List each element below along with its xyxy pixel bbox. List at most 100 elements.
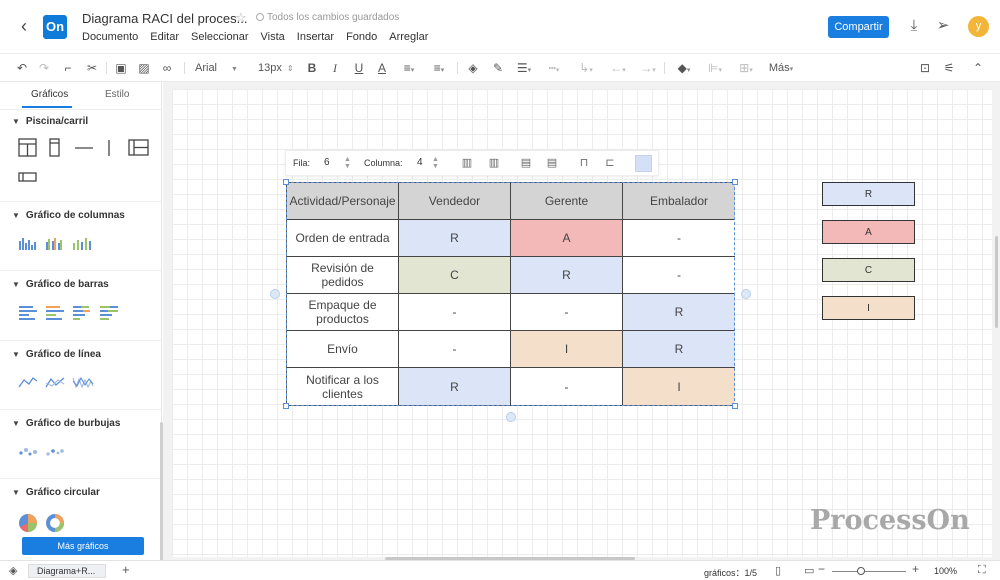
- vertical-scrollbar[interactable]: [995, 236, 998, 328]
- format-panel-icon[interactable]: ⊡: [917, 60, 933, 76]
- row-count-input[interactable]: 6: [324, 157, 330, 168]
- percent-bar-chart-icon[interactable]: [99, 305, 119, 321]
- clear-format-icon[interactable]: ✂: [84, 60, 100, 76]
- layers-icon[interactable]: ◈: [9, 564, 17, 577]
- activity-cell[interactable]: Empaque de productos: [287, 294, 399, 331]
- zoom-slider-track[interactable]: [832, 571, 906, 572]
- grouped-bar-chart-icon[interactable]: [45, 305, 65, 321]
- collapse-toolbar-icon[interactable]: ⌃: [970, 60, 986, 76]
- raci-cell[interactable]: R: [399, 368, 511, 405]
- align-icon[interactable]: ≡▾: [429, 60, 449, 76]
- zigzag-line-chart-icon[interactable]: [72, 375, 94, 389]
- insert-row-below-icon[interactable]: ▤: [545, 156, 559, 170]
- insert-row-above-icon[interactable]: ▤: [519, 156, 533, 170]
- bubble-chart-icon[interactable]: [18, 446, 38, 458]
- line-color-icon[interactable]: ✎: [490, 60, 506, 76]
- stacked-column-chart-icon[interactable]: [72, 236, 92, 250]
- stacked-bar-chart-icon[interactable]: [72, 305, 92, 321]
- activity-cell[interactable]: Orden de entrada: [287, 220, 399, 257]
- link-icon[interactable]: ∞: [159, 60, 175, 76]
- menu-item-6[interactable]: Arreglar: [389, 31, 428, 43]
- font-size-stepper[interactable]: 13px ⇕: [258, 60, 298, 76]
- page-tab[interactable]: Diagrama+R...: [28, 564, 106, 578]
- grouped-column-chart-icon[interactable]: [45, 236, 65, 250]
- format-painter-icon[interactable]: ⌐: [60, 60, 76, 76]
- column-stepper-icon[interactable]: ▲ ▼: [432, 156, 439, 170]
- line-style-icon[interactable]: ┅▾: [543, 60, 565, 76]
- row-stepper-icon[interactable]: ▲ ▼: [344, 156, 351, 170]
- font-color-icon[interactable]: A: [375, 60, 389, 76]
- resize-handle-br[interactable]: [732, 403, 738, 409]
- back-arrow-icon[interactable]: ‹: [14, 16, 34, 36]
- raci-cell[interactable]: -: [399, 294, 511, 331]
- column-chart-icon[interactable]: [18, 236, 38, 250]
- undo-icon[interactable]: ↶: [14, 60, 30, 76]
- raci-cell[interactable]: R: [623, 331, 735, 368]
- horizontal-lane-icon[interactable]: [18, 170, 38, 184]
- activity-cell[interactable]: Notificar a los clientes: [287, 368, 399, 405]
- fill-color-icon[interactable]: ◈: [465, 60, 481, 76]
- insert-column-right-icon[interactable]: ▥: [487, 156, 501, 170]
- menu-item-0[interactable]: Documento: [82, 31, 138, 43]
- vertical-separator-icon[interactable]: [102, 138, 116, 158]
- zoom-out-icon[interactable]: −: [818, 562, 825, 576]
- document-title[interactable]: Diagrama RACI del proces...: [82, 11, 247, 26]
- raci-cell[interactable]: I: [623, 368, 735, 405]
- line-spacing-icon[interactable]: ≡▾: [399, 60, 419, 76]
- resize-handle-tl[interactable]: [283, 179, 289, 185]
- legend-item[interactable]: I: [822, 296, 915, 320]
- add-page-icon[interactable]: +: [122, 562, 130, 577]
- raci-cell[interactable]: -: [511, 368, 623, 405]
- zoom-in-icon[interactable]: +: [912, 562, 919, 576]
- menu-item-4[interactable]: Insertar: [297, 31, 334, 43]
- table-header-cell[interactable]: Embalador: [623, 183, 735, 220]
- menu-item-1[interactable]: Editar: [150, 31, 179, 43]
- donut-chart-icon[interactable]: [45, 513, 65, 533]
- star-icon[interactable]: ☆: [235, 10, 247, 26]
- merge-cells-icon[interactable]: ⊓: [577, 156, 591, 170]
- connect-point-bottom[interactable]: [506, 412, 516, 422]
- multi-bubble-chart-icon[interactable]: [45, 446, 65, 458]
- multi-line-chart-icon[interactable]: [45, 375, 65, 389]
- arrow-start-icon[interactable]: ←▾: [607, 60, 629, 76]
- connector-icon[interactable]: ↳▾: [575, 60, 597, 76]
- vertical-lane-icon[interactable]: [48, 138, 62, 158]
- resize-handle-bl[interactable]: [283, 403, 289, 409]
- section-title[interactable]: ▼ Piscina/carril: [12, 116, 88, 127]
- pie-chart-icon[interactable]: [18, 513, 38, 533]
- bar-chart-icon[interactable]: [18, 305, 38, 321]
- tab-estilo[interactable]: Estilo: [105, 89, 129, 100]
- raci-cell[interactable]: -: [511, 294, 623, 331]
- resize-handle-tr[interactable]: [732, 179, 738, 185]
- insert-column-left-icon[interactable]: ▥: [460, 156, 474, 170]
- raci-cell[interactable]: -: [623, 220, 735, 257]
- section-title[interactable]: ▼ Gráfico de línea: [12, 349, 101, 360]
- underline-icon[interactable]: U: [352, 60, 366, 76]
- raci-cell[interactable]: C: [399, 257, 511, 294]
- table-header-cell[interactable]: Gerente: [511, 183, 623, 220]
- activity-cell[interactable]: Revisión de pedidos: [287, 257, 399, 294]
- app-logo[interactable]: On: [43, 15, 67, 39]
- arrow-end-icon[interactable]: →▾: [637, 60, 659, 76]
- insert-shape-icon[interactable]: ▣: [113, 60, 129, 76]
- avatar[interactable]: y: [968, 16, 989, 37]
- activity-cell[interactable]: Envío: [287, 331, 399, 368]
- table-header-cell[interactable]: Vendedor: [399, 183, 511, 220]
- fullscreen-icon[interactable]: ⛶: [978, 564, 986, 577]
- insert-image-icon[interactable]: ▨: [136, 60, 152, 76]
- download-icon[interactable]: ⤓: [905, 17, 923, 35]
- raci-cell[interactable]: R: [511, 257, 623, 294]
- raci-cell[interactable]: I: [511, 331, 623, 368]
- bold-icon[interactable]: B: [305, 60, 319, 76]
- section-title[interactable]: ▼ Gráfico de barras: [12, 279, 109, 290]
- menu-item-3[interactable]: Vista: [261, 31, 285, 43]
- column-count-input[interactable]: 4: [417, 157, 423, 168]
- line-chart-icon[interactable]: [18, 375, 38, 389]
- distribute-icon[interactable]: ⊫▾: [704, 60, 726, 76]
- horizontal-separator-icon[interactable]: [74, 138, 94, 158]
- line-weight-icon[interactable]: ☰▾: [513, 60, 535, 76]
- book-icon[interactable]: ▯: [775, 564, 781, 577]
- more-tools-button[interactable]: Más▾: [766, 60, 796, 76]
- more-charts-button[interactable]: Más gráficos: [22, 537, 144, 555]
- italic-icon[interactable]: I: [328, 60, 342, 76]
